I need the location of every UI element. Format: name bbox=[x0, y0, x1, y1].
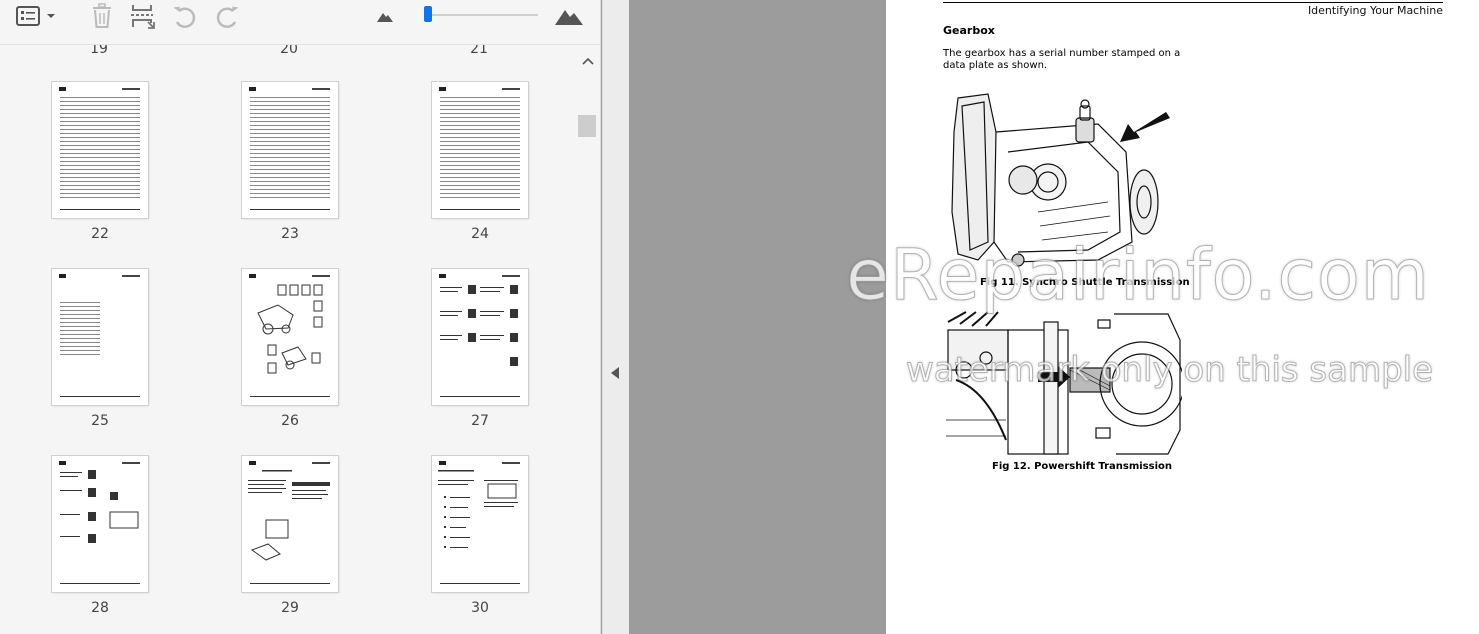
pane-splitter[interactable] bbox=[602, 0, 629, 634]
page-number-label: 26 bbox=[281, 413, 299, 429]
extract-pages-button[interactable] bbox=[128, 0, 158, 32]
redo-icon bbox=[216, 6, 239, 29]
thumbnails-toolbar bbox=[0, 0, 600, 45]
page-thumbnail-25[interactable] bbox=[52, 269, 148, 405]
mountain-large-icon bbox=[555, 10, 583, 25]
page-number-label: 29 bbox=[281, 600, 299, 616]
thumbnail-zoom-slider[interactable] bbox=[424, 6, 538, 22]
thumbnail-options-icon bbox=[16, 6, 40, 26]
page-thumbnail-29[interactable] bbox=[242, 456, 338, 592]
page-number-label: 24 bbox=[471, 226, 489, 242]
thumbnail-illustration bbox=[438, 470, 518, 548]
slider-thumb[interactable] bbox=[424, 6, 432, 22]
watermark-text: eRepairinfo.com bbox=[846, 234, 1430, 317]
partial-page-label: 21 bbox=[470, 45, 488, 57]
chevron-down-icon bbox=[47, 14, 55, 18]
watermark-subtext: watermark only on this sample bbox=[905, 350, 1434, 391]
redo-button[interactable] bbox=[212, 0, 242, 32]
section-title: Gearbox bbox=[943, 24, 995, 37]
page-thumbnail-28[interactable] bbox=[52, 456, 148, 592]
collapse-arrow-icon[interactable] bbox=[611, 367, 619, 379]
page-thumbnail-27[interactable] bbox=[432, 269, 528, 405]
thumbnail-options-dropdown[interactable] bbox=[44, 0, 58, 32]
thumbnail-illustration bbox=[60, 470, 139, 543]
page-thumbnail-26[interactable] bbox=[242, 269, 338, 405]
figure-caption: Fig 12. Powershift Transmission bbox=[992, 461, 1172, 472]
page-number-label: 25 bbox=[91, 413, 109, 429]
page-thumbnail-24[interactable] bbox=[432, 82, 528, 218]
slider-track bbox=[428, 14, 538, 16]
zoom-out-button[interactable] bbox=[374, 0, 396, 32]
thumbnail-illustration bbox=[440, 285, 518, 366]
page-number-label: 22 bbox=[91, 226, 109, 242]
thumbnails-scrollbar[interactable] bbox=[576, 45, 600, 634]
thumbnail-illustration bbox=[257, 284, 323, 374]
extract-icon bbox=[131, 5, 155, 29]
body-paragraph: The gearbox has a serial number stamped … bbox=[943, 48, 1181, 71]
page-thumbnail-30[interactable] bbox=[432, 456, 528, 592]
mountain-small-icon bbox=[377, 13, 393, 22]
document-page: Identifying Your Machine Gearbox The gea… bbox=[886, 0, 1479, 634]
thumbnail-grid: 19 20 21 22 23 24 25 26 27 28 29 30 bbox=[0, 45, 576, 634]
running-header: Identifying Your Machine bbox=[1307, 4, 1443, 17]
partial-page-label: 19 bbox=[90, 45, 108, 57]
thumbnail-illustration bbox=[248, 470, 330, 561]
thumbnail-options-button[interactable] bbox=[14, 0, 42, 32]
page-number-label: 23 bbox=[281, 226, 299, 242]
page-number-label: 28 bbox=[91, 600, 109, 616]
chevron-up-icon bbox=[582, 57, 594, 65]
partial-page-label: 20 bbox=[280, 45, 298, 57]
delete-pages-button[interactable] bbox=[88, 0, 116, 32]
scroll-up-button[interactable] bbox=[580, 53, 596, 69]
page-thumbnail-23[interactable] bbox=[242, 82, 338, 218]
undo-icon bbox=[173, 6, 196, 29]
page-number-label: 27 bbox=[471, 413, 489, 429]
page-number-label: 30 bbox=[471, 600, 489, 616]
delete-icon bbox=[93, 3, 111, 28]
scrollbar-thumb[interactable] bbox=[578, 115, 596, 137]
page-thumbnails-pane: 19 20 21 22 23 24 25 26 27 28 29 30 bbox=[0, 0, 601, 634]
header-rule bbox=[943, 2, 1443, 3]
undo-button[interactable] bbox=[170, 0, 200, 32]
page-thumbnail-22[interactable] bbox=[52, 82, 148, 218]
zoom-in-button[interactable] bbox=[552, 0, 586, 32]
